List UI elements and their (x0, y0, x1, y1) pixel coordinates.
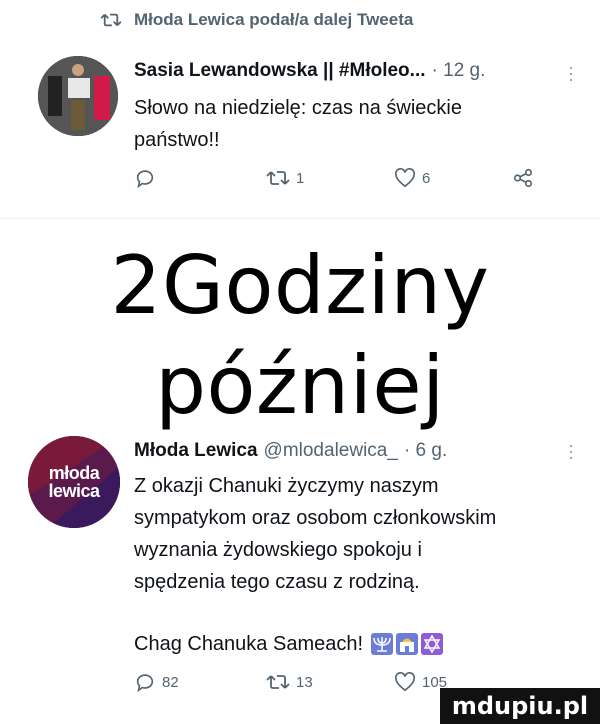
share-button[interactable] (512, 167, 534, 189)
tweet-time[interactable]: · 12 g. (432, 60, 486, 82)
tweet-greeting: Chag Chanuka Sameach! (134, 628, 444, 660)
retweet-count: 13 (296, 673, 313, 691)
tweet-body: Z okazji Chanuki życzymy naszym sympatyk… (134, 470, 496, 598)
reply-count: 82 (162, 673, 179, 691)
avatar-logo-line: młoda (48, 463, 100, 483)
retweet-icon (266, 171, 290, 185)
tweet-author[interactable]: Sasia Lewandowska || #Młoleo... (134, 60, 426, 82)
like-button[interactable]: 6 (394, 168, 430, 188)
retweet-count: 1 (296, 169, 305, 187)
tweet-text-line: Z okazji Chanuki życzymy naszym (134, 475, 439, 497)
meme-caption: 2Godziny później (110, 239, 490, 432)
retweet-button[interactable]: 1 (266, 168, 304, 188)
retweet-button[interactable]: 13 (266, 672, 313, 692)
like-count: 6 (422, 169, 431, 187)
menorah-emoji-icon (371, 633, 394, 655)
tweet-header: Młoda Lewica @mlodalewica_ · 6 g. (134, 440, 447, 462)
avatar-photo (38, 56, 118, 136)
reply-button[interactable]: 82 (134, 671, 179, 693)
tweet-text-line: Słowo na niedzielę: czas na świeckie (134, 97, 462, 119)
share-icon (513, 168, 533, 188)
tweet-header: Sasia Lewandowska || #Młoleo... · 12 g. (134, 60, 485, 82)
avatar-logo-line: lewica (48, 481, 100, 501)
tweet-text-line: wyznania żydowskiego spokoju i (134, 539, 422, 561)
reply-icon (136, 170, 154, 189)
tweet-time[interactable]: · 6 g. (404, 440, 447, 462)
avatar[interactable]: młoda lewica (28, 436, 120, 528)
more-options-icon[interactable]: · · · (568, 436, 574, 466)
greeting-text: Chag Chanuka Sameach! (134, 633, 364, 655)
avatar-logo-text: młoda lewica (28, 464, 120, 500)
avatar[interactable] (38, 56, 118, 136)
heart-icon (395, 672, 415, 692)
star-of-david-emoji-icon (421, 633, 444, 655)
tweet-text-line: państwo!! (134, 129, 220, 151)
divider (0, 218, 600, 219)
retweet-context-label: Młoda Lewica podał/a dalej Tweeta (134, 10, 414, 29)
retweet-icon (100, 13, 122, 27)
retweet-context[interactable]: Młoda Lewica podał/a dalej Tweeta (100, 10, 413, 30)
more-options-icon[interactable]: · · · (568, 58, 574, 88)
retweet-icon (266, 675, 290, 689)
tweet-author[interactable]: Młoda Lewica (134, 440, 258, 462)
tweet-text-line: spędzenia tego czasu z rodziną. (134, 571, 420, 593)
tweet-handle[interactable]: @mlodalewica_ (264, 440, 398, 462)
tweet-text-line: sympatykom oraz osobom członkowskim (134, 507, 497, 529)
synagogue-emoji-icon (396, 633, 419, 655)
heart-icon (395, 168, 415, 188)
watermark: mdupiu.pl (440, 688, 600, 724)
tweet-body: Słowo na niedzielę: czas na świeckie pań… (134, 92, 462, 156)
reply-icon (136, 674, 154, 693)
reply-button[interactable] (134, 167, 156, 189)
